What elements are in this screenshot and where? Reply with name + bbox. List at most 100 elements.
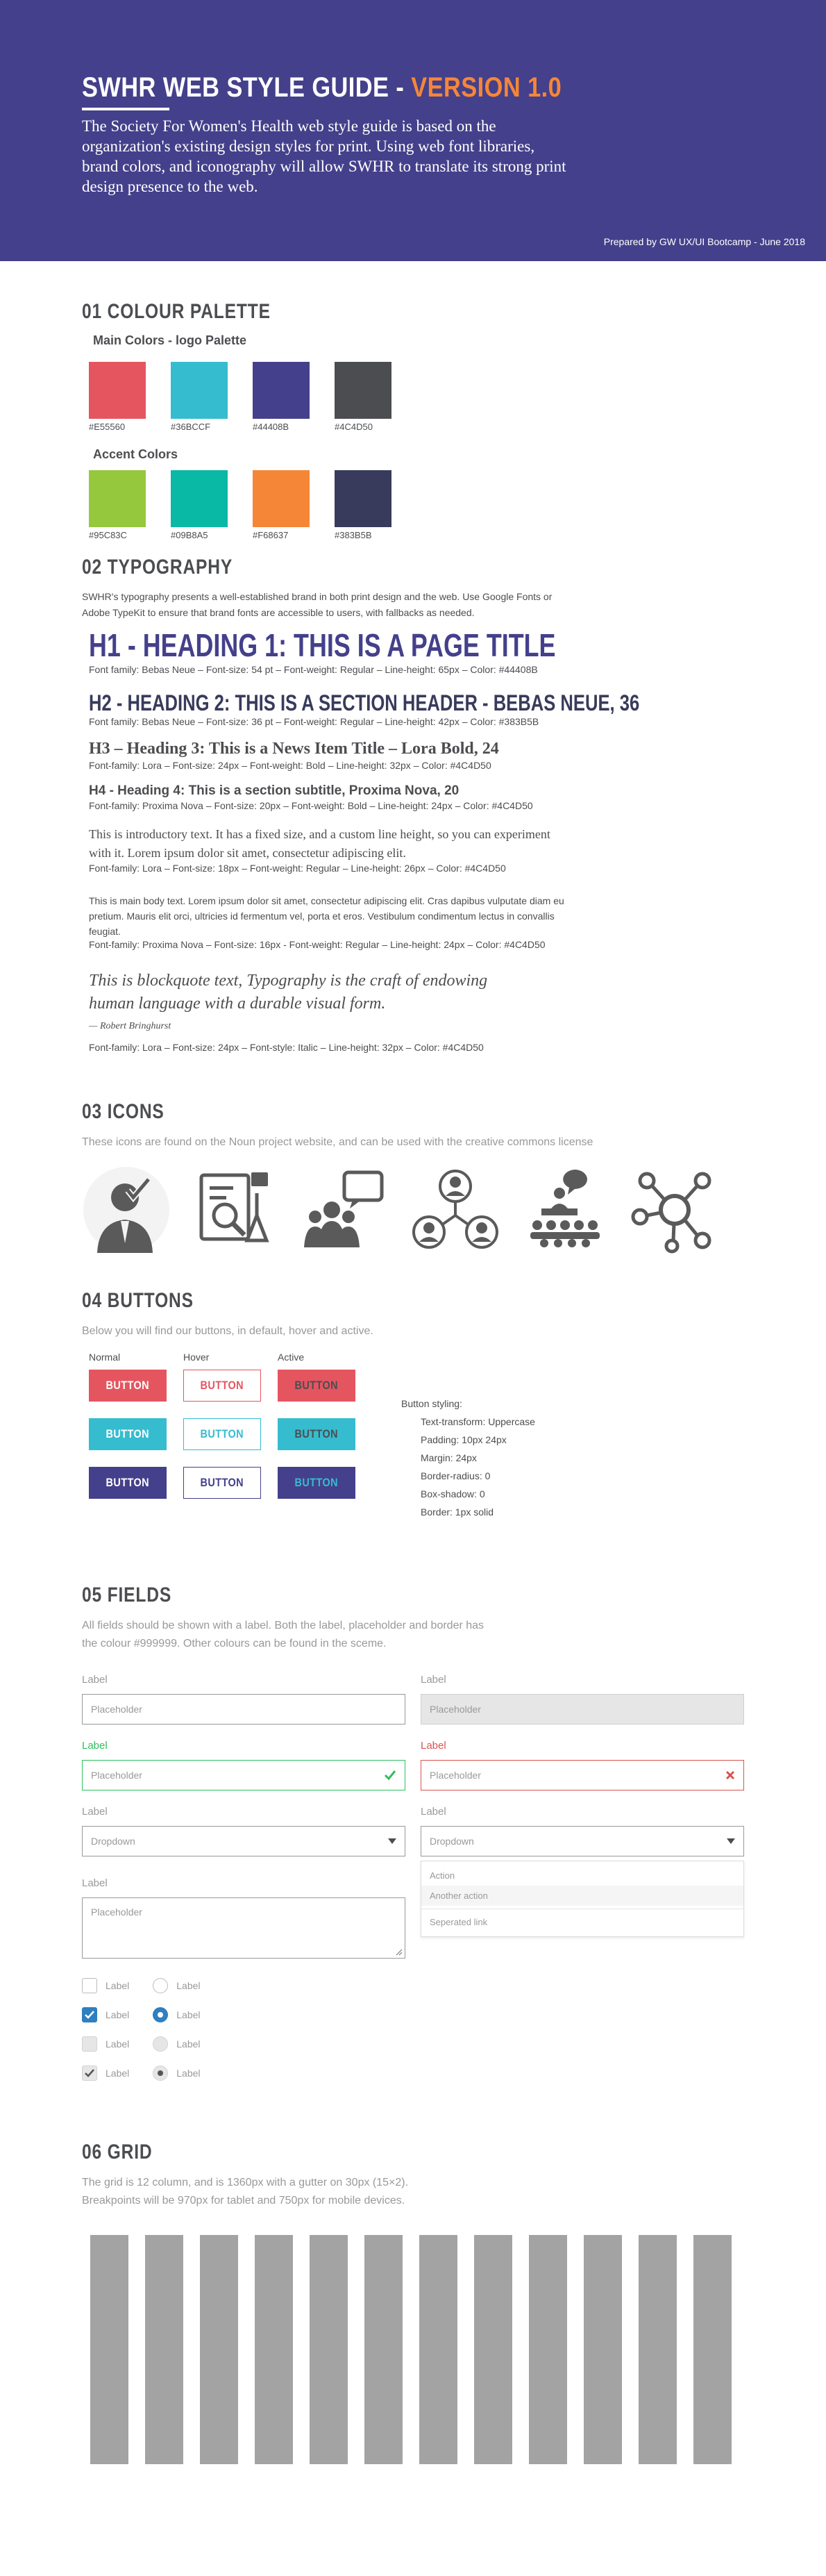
button-text: BUTTON	[200, 1476, 244, 1489]
button-text: BUTTON	[294, 1379, 339, 1392]
swatch-code: #F68637	[253, 530, 289, 540]
typography-section: 02 TYPOGRAPHY SWHR's typography presents…	[0, 556, 826, 1053]
radio-label: Label	[176, 2009, 201, 2020]
hero-credit: Prepared by GW UX/UI Bootcamp - June 201…	[603, 236, 805, 247]
grid-section: 06 GRID The grid is 12 column, and is 13…	[0, 2141, 826, 2464]
styling-item: Padding: 10px 24px	[421, 1434, 507, 1445]
dropdown-text: Dropdown	[430, 1836, 474, 1847]
button-text: BUTTON	[294, 1427, 339, 1440]
h1-spec: Font family: Bebas Neue – Font-size: 54 …	[89, 664, 538, 675]
open-dropdown-select[interactable]: Dropdown	[421, 1826, 744, 1856]
swatch-code: #09B8A5	[171, 530, 208, 540]
button-samples: Normal Hover Active BUTTON BUTTON BUTTON…	[89, 1352, 372, 1521]
checkbox-row: Label	[82, 2036, 129, 2052]
error-field-label: Label	[421, 1740, 446, 1752]
checkbox-label: Label	[106, 2038, 130, 2050]
purple-active-button[interactable]: BUTTON	[278, 1467, 355, 1499]
caret-down-icon	[388, 1838, 396, 1844]
checkbox-label: Label	[106, 2009, 130, 2020]
styling-item: Border: 1px solid	[421, 1506, 494, 1518]
icons-section-title: 03 ICONS	[82, 1100, 165, 1123]
disabled-input: Placeholder	[421, 1694, 744, 1725]
radio-row[interactable]: Label	[153, 2007, 201, 2022]
radio-row[interactable]: Label	[153, 1978, 201, 1993]
grid-column	[419, 2235, 457, 2464]
h3-sample: H3 – Heading 3: This is a News Item Titl…	[89, 740, 499, 758]
purple-normal-button[interactable]: BUTTON	[89, 1467, 167, 1499]
purple-hover-button[interactable]: BUTTON	[183, 1467, 261, 1499]
checkbox-checked[interactable]	[82, 2007, 97, 2022]
styling-item: Border-radius: 0	[421, 1470, 491, 1481]
icon-row	[82, 1165, 826, 1254]
red-normal-button[interactable]: BUTTON	[89, 1370, 167, 1402]
radio-unchecked[interactable]	[153, 1978, 169, 1993]
hover-label: Hover	[183, 1352, 210, 1363]
fields-description: All fields should be shown with a label.…	[82, 1620, 484, 1650]
swatch-color	[89, 470, 146, 527]
red-hover-button[interactable]: BUTTON	[183, 1370, 261, 1402]
fields-section-title: 05 FIELDS	[82, 1584, 172, 1606]
error-x-icon	[725, 1770, 735, 1780]
fields-row-2: Label Placeholder Label Placeholder	[82, 1740, 826, 1790]
swatch-color	[171, 362, 228, 419]
checkbox-column: Label Label Label Label	[82, 1978, 129, 2081]
buttons-section: 04 BUTTONS Below you will find our butto…	[0, 1289, 826, 1521]
text-input[interactable]: Placeholder	[82, 1694, 405, 1725]
fields-section: 05 FIELDS All fields should be shown wit…	[0, 1584, 826, 2081]
checkbox-row[interactable]: Label	[82, 2007, 129, 2022]
checkbox-row[interactable]: Label	[82, 1978, 129, 1993]
typography-intro: SWHR's typography presents a well-establ…	[82, 591, 553, 618]
textarea-input[interactable]: Placeholder	[82, 1897, 405, 1959]
blue-normal-button[interactable]: BUTTON	[89, 1418, 167, 1450]
field-group: Label Dropdown Action Another action Sep…	[421, 1806, 744, 1937]
checkbox-disabled-checked	[82, 2066, 97, 2081]
h4-sample: H4 - Heading 4: This is a section subtit…	[89, 783, 460, 798]
field-group: Label Placeholder	[82, 1740, 405, 1790]
h3-spec: Font-family: Lora – Font-size: 24px – Fo…	[89, 760, 491, 771]
grid-column	[474, 2235, 512, 2464]
radio-row: Label	[153, 2036, 201, 2052]
valid-input[interactable]: Placeholder	[82, 1760, 405, 1790]
red-active-button[interactable]: BUTTON	[278, 1370, 355, 1402]
button-text: BUTTON	[200, 1379, 244, 1392]
field-label: Label	[82, 1674, 108, 1686]
checkbox-row: Label	[82, 2066, 129, 2081]
caret-down-icon	[727, 1838, 735, 1844]
field-group: Label Placeholder	[421, 1674, 744, 1725]
main-colors-title: Main Colors - logo Palette	[93, 333, 247, 347]
radio-dot	[158, 2012, 164, 2018]
active-label: Active	[278, 1352, 305, 1363]
placeholder-text: Placeholder	[430, 1704, 481, 1715]
colour-section: 01 COLOUR PALETTE Main Colors - logo Pal…	[0, 300, 826, 540]
grid-column	[364, 2235, 403, 2464]
menu-item-separated-link[interactable]: Seperated link	[421, 1912, 743, 1932]
field-label: Label	[82, 1806, 108, 1818]
radio-label: Label	[176, 2038, 201, 2050]
h4-spec: Font-family: Proxima Nova – Font-size: 2…	[89, 800, 533, 811]
swatch: #95C83C	[89, 470, 171, 540]
dropdown-text: Dropdown	[91, 1836, 135, 1847]
swatch: #E55560	[89, 362, 171, 432]
typography-section-title: 02 TYPOGRAPHY	[82, 556, 233, 579]
button-text: BUTTON	[106, 1427, 150, 1440]
error-input[interactable]: Placeholder	[421, 1760, 744, 1790]
swatch-code: #4C4D50	[335, 422, 373, 432]
buttons-layout: Normal Hover Active BUTTON BUTTON BUTTON…	[89, 1352, 826, 1521]
checkbox-unchecked[interactable]	[82, 1978, 97, 1993]
network-hub-icon	[630, 1165, 719, 1254]
field-group: Label Placeholder	[421, 1740, 744, 1790]
swatch: #383B5B	[335, 470, 416, 540]
h1-sample: H1 - HEADING 1: THIS IS A PAGE TITLE	[89, 627, 556, 663]
blue-active-button[interactable]: BUTTON	[278, 1418, 355, 1450]
dropdown-select[interactable]: Dropdown	[82, 1826, 405, 1856]
button-text: BUTTON	[106, 1476, 150, 1489]
radio-checked[interactable]	[153, 2007, 169, 2022]
menu-item-another-action[interactable]: Another action	[421, 1886, 743, 1906]
resize-handle-icon[interactable]	[396, 1949, 403, 1956]
blue-hover-button[interactable]: BUTTON	[183, 1418, 261, 1450]
checkbox-label: Label	[106, 2068, 130, 2079]
approved-businessman-icon	[82, 1165, 171, 1254]
menu-item-action[interactable]: Action	[421, 1865, 743, 1886]
buttons-description: Below you will find our buttons, in defa…	[82, 1325, 373, 1337]
intro-text-sample: This is introductory text. It has a fixe…	[89, 827, 550, 860]
